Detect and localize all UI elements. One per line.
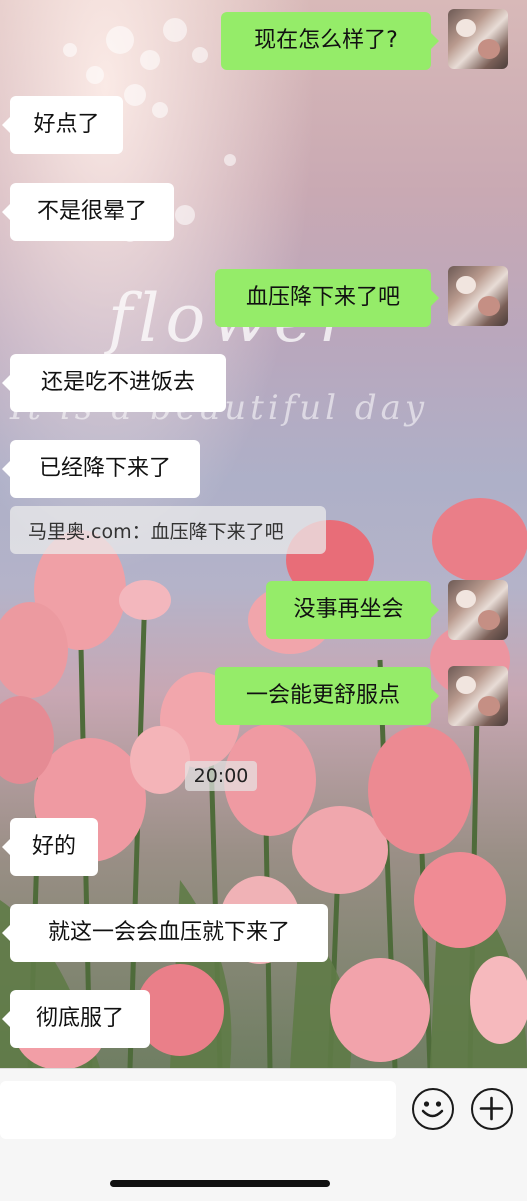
time-divider: 20:00 xyxy=(185,761,257,791)
outgoing-message-bubble[interactable]: 血压降下来了吧 xyxy=(215,269,439,327)
incoming-message-bubble[interactable]: 好点了 xyxy=(2,96,123,154)
incoming-message-bubble[interactable]: 彻底服了 xyxy=(2,990,150,1048)
incoming-message-bubble[interactable]: 还是吃不进饭去 xyxy=(2,354,226,412)
my-avatar[interactable] xyxy=(448,266,508,326)
my-avatar[interactable] xyxy=(448,666,508,726)
smiley-face-icon[interactable] xyxy=(412,1088,454,1130)
my-avatar[interactable] xyxy=(448,580,508,640)
outgoing-message-bubble[interactable]: 现在怎么样了? xyxy=(221,12,439,70)
outgoing-message-bubble[interactable]: 没事再坐会 xyxy=(266,581,439,639)
incoming-message-bubble[interactable]: 已经降下来了 xyxy=(2,440,200,498)
my-avatar[interactable] xyxy=(448,9,508,69)
message-input[interactable] xyxy=(0,1081,396,1139)
incoming-message-bubble[interactable]: 好的 xyxy=(2,818,98,876)
plus-icon[interactable] xyxy=(471,1088,513,1130)
quoted-message[interactable]: 马里奥.com：血压降下来了吧 xyxy=(10,506,326,554)
outgoing-message-bubble[interactable]: 一会能更舒服点 xyxy=(215,667,439,725)
incoming-message-bubble[interactable]: 不是很晕了 xyxy=(2,183,174,241)
home-indicator[interactable] xyxy=(110,1180,330,1187)
incoming-message-bubble[interactable]: 就这一会会血压就下来了 xyxy=(2,904,328,962)
